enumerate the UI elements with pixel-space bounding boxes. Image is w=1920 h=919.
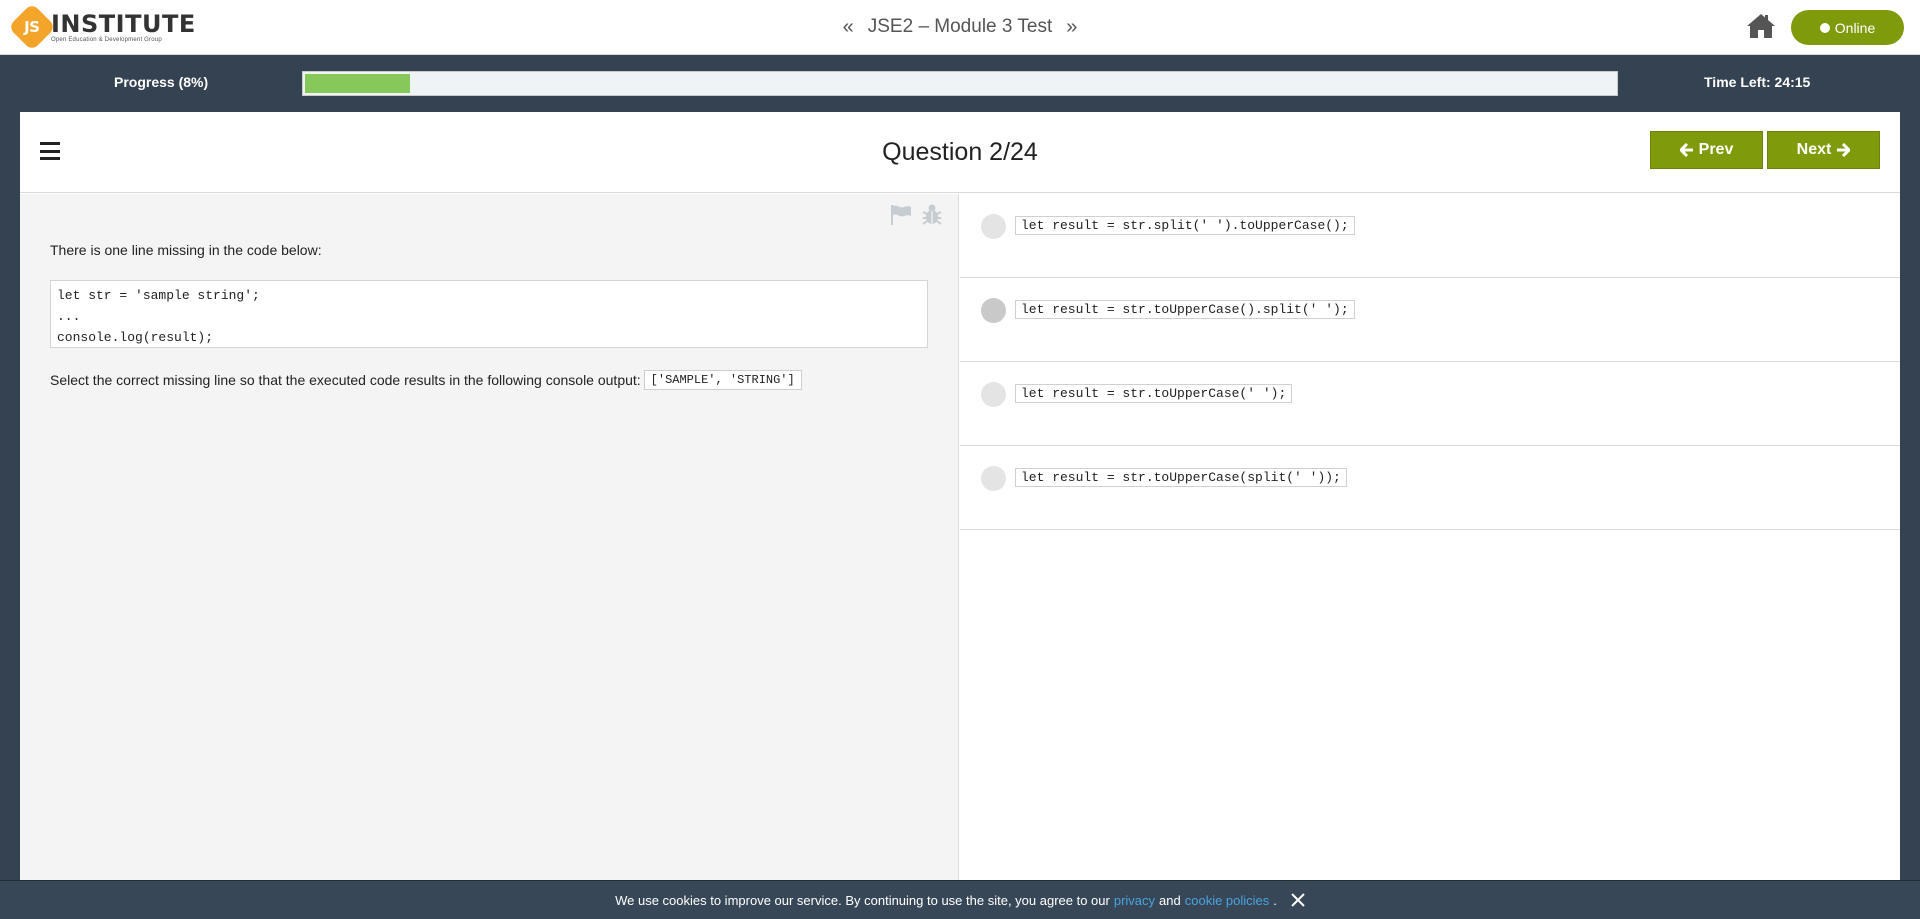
code-line: ... [57,309,81,324]
next-module-chevron-icon[interactable]: » [1066,17,1077,37]
option-code: let result = str.toUpperCase().split(' '… [1015,300,1355,319]
radio-button[interactable] [981,466,1006,491]
question-title: Question 2/24 [882,138,1038,166]
answer-option[interactable]: let result = str.toUpperCase().split(' '… [960,278,1900,362]
code-block: let str = 'sample string';... console.log… [50,280,928,348]
progress-bar [302,71,1618,96]
js-institute-logo[interactable]: JS INSTITUTE Open Education & Developmen… [7,2,196,52]
arrow-right-icon [1837,143,1851,157]
online-dot-icon [1819,22,1830,33]
answer-options: let result = str.split(' ').toUpperCase(… [960,194,1900,919]
logo-text: INSTITUTE Open Education & Development G… [51,12,196,43]
logo-subtitle: Open Education & Development Group [51,36,162,43]
radio-button[interactable] [981,382,1006,407]
time-left: Time Left: 24:15 [1704,74,1811,90]
radio-button[interactable] [981,298,1006,323]
answer-option[interactable]: let result = str.toUpperCase(' '); [960,362,1900,446]
option-code: let result = str.toUpperCase(split(' '))… [1015,468,1347,487]
progress-bar-fill [305,74,410,93]
privacy-link[interactable]: privacy [1114,893,1155,908]
cookie-policies-link[interactable]: cookie policies [1185,893,1270,908]
online-label: Online [1834,19,1876,36]
option-code: let result = str.split(' ').toUpperCase(… [1015,216,1355,235]
cookie-and: and [1159,892,1181,908]
cookie-text: We use cookies to improve our service. B… [615,892,1110,908]
logo-title: INSTITUTE [51,9,196,38]
bug-icon[interactable] [922,203,942,225]
code-line: console.log(result); [57,330,214,345]
prev-button[interactable]: Prev [1650,131,1763,169]
question-instruction: Select the correct missing line so that … [50,372,641,388]
online-status-button[interactable]: Online [1791,10,1904,45]
top-header: JS INSTITUTE Open Education & Developmen… [0,0,1920,55]
progress-label: Progress (8%) [114,74,209,90]
question-panel: Question 2/24 Prev Next There is one lin… [20,112,1900,919]
logo-badge: JS [7,2,57,52]
question-content: There is one line missing in the code be… [20,194,959,919]
cookie-period: . [1273,892,1277,908]
test-title: JSE2 – Module 3 Test [867,16,1053,37]
answer-option[interactable]: let result = str.toUpperCase(split(' '))… [960,446,1900,530]
question-intro: There is one line missing in the code be… [50,242,322,258]
expected-output-code: ['SAMPLE', 'STRING'] [643,370,802,390]
option-code: let result = str.toUpperCase(' '); [1015,384,1293,403]
logo-badge-text: JS [24,17,40,36]
cookie-banner: We use cookies to improve our service. B… [0,880,1920,919]
answer-option[interactable]: let result = str.split(' ').toUpperCase(… [960,194,1900,278]
question-toolbar: Question 2/24 Prev Next [20,112,1900,193]
close-icon[interactable] [1291,893,1305,907]
test-title-inner: « JSE2 – Module 3 Test » [843,16,1078,38]
radio-button[interactable] [981,214,1006,239]
prev-label: Prev [1698,141,1734,158]
home-icon[interactable] [1746,13,1776,39]
question-instruction-line: Select the correct missing line so that … [50,370,802,390]
arrow-left-icon [1679,143,1693,157]
test-title-bar: « JSE2 – Module 3 Test » [0,0,1920,54]
next-label: Next [1796,141,1832,158]
menu-icon[interactable] [40,142,60,160]
previous-module-chevron-icon[interactable]: « [843,17,854,37]
code-line: let str = 'sample string'; [57,288,260,303]
next-button[interactable]: Next [1767,131,1880,169]
flag-icon[interactable] [890,204,912,226]
